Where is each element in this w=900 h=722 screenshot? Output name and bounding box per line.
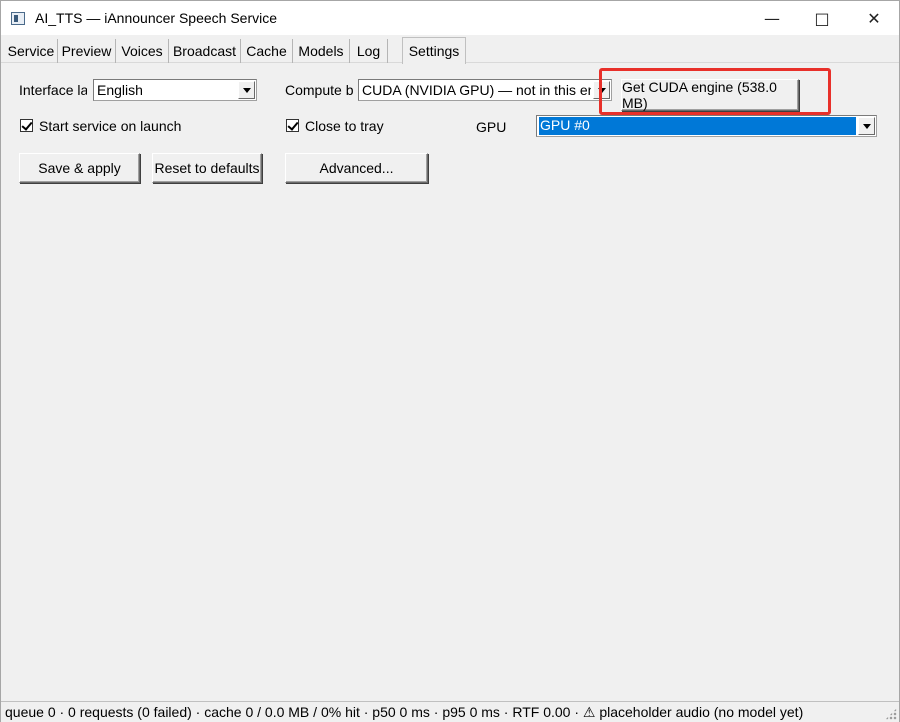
start-on-launch-checkbox[interactable]	[20, 119, 33, 132]
start-on-launch-label: Start service on launch	[39, 118, 182, 134]
close-to-tray-checkbox[interactable]	[286, 119, 299, 132]
tab-cache[interactable]: Cache	[241, 39, 293, 63]
interface-language-value: English	[97, 82, 143, 98]
title-bar[interactable]: AI_TTS — iAnnouncer Speech Service — □ ✕	[1, 1, 899, 35]
save-apply-button[interactable]: Save & apply	[19, 153, 140, 183]
tab-strip: Service Preview Voices Broadcast Cache M…	[1, 37, 899, 64]
tab-models[interactable]: Models	[293, 39, 350, 63]
compute-backend-label: Compute b	[285, 82, 353, 98]
window-title: AI_TTS — iAnnouncer Speech Service	[35, 10, 278, 26]
gpu-label: GPU	[476, 119, 507, 135]
chevron-down-icon[interactable]	[238, 81, 255, 99]
highlight-box	[599, 68, 831, 115]
tab-preview[interactable]: Preview	[58, 39, 116, 63]
status-text: queue 0 · 0 requests (0 failed) · cache …	[5, 704, 804, 720]
compute-backend-select[interactable]: CUDA (NVIDIA GPU) — not in this engi	[358, 79, 612, 101]
tab-log[interactable]: Log	[350, 39, 388, 63]
interface-language-select[interactable]: English	[93, 79, 257, 101]
advanced-button[interactable]: Advanced...	[285, 153, 428, 183]
interface-language-label: Interface lan	[19, 82, 87, 98]
status-bar: queue 0 · 0 requests (0 failed) · cache …	[1, 701, 899, 722]
maximize-button[interactable]: □	[799, 1, 845, 35]
gpu-select[interactable]: GPU #0	[536, 115, 877, 137]
chevron-down-icon[interactable]	[858, 117, 875, 135]
close-button[interactable]: ✕	[851, 1, 897, 35]
tab-broadcast[interactable]: Broadcast	[169, 39, 241, 63]
tab-settings[interactable]: Settings	[402, 37, 466, 64]
gpu-value: GPU #0	[539, 117, 856, 135]
app-icon	[11, 12, 25, 25]
reset-defaults-button[interactable]: Reset to defaults	[152, 153, 262, 183]
compute-backend-value: CUDA (NVIDIA GPU) — not in this engi	[362, 82, 591, 98]
tab-voices[interactable]: Voices	[116, 39, 169, 63]
resize-grip-icon[interactable]	[885, 708, 897, 720]
minimize-button[interactable]: —	[749, 1, 795, 35]
main-window: AI_TTS — iAnnouncer Speech Service — □ ✕…	[0, 0, 900, 722]
close-to-tray-label: Close to tray	[305, 118, 384, 134]
tab-service[interactable]: Service	[5, 39, 58, 63]
